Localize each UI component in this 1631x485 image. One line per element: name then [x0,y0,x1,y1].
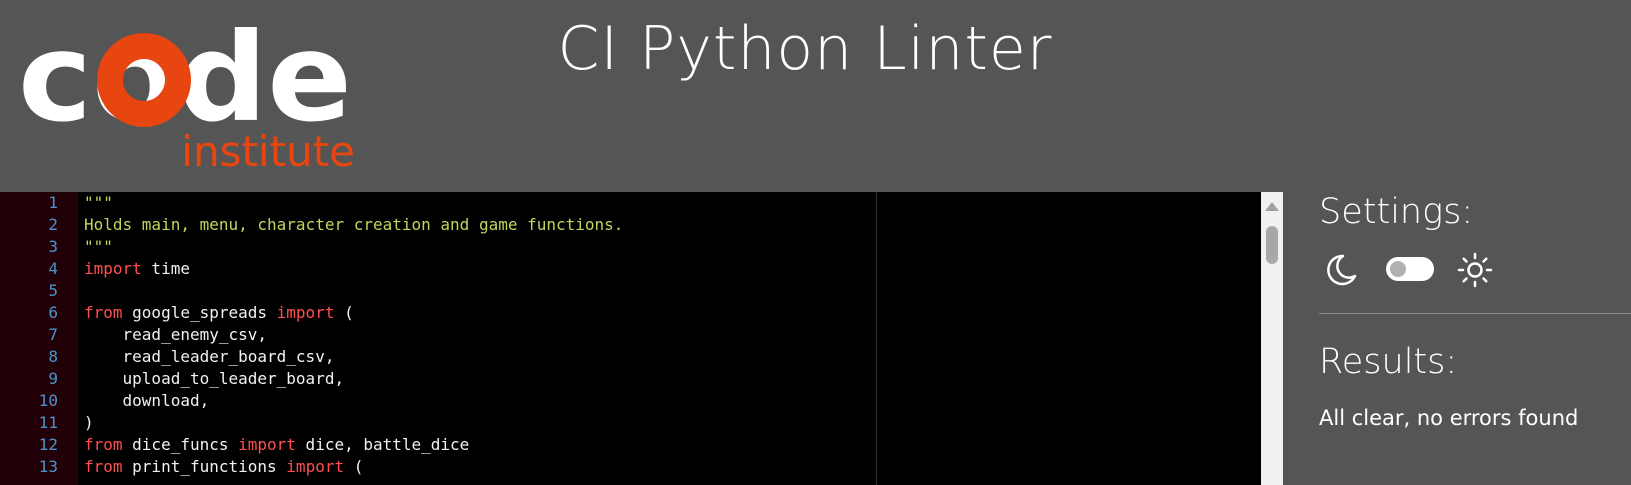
code-line[interactable]: 1 """ [0,192,1261,214]
line-number: 6 [48,303,58,322]
page-title: CI Python Linter [557,14,1053,84]
line-number: 8 [48,347,58,366]
line-number: 13 [38,457,58,476]
line-number: 7 [48,325,58,344]
line-code: from google_spreads import ( [84,302,354,324]
code-line[interactable]: 11) [0,412,1261,434]
code-token: upload_to_leader_board, [84,369,345,388]
code-token: dice, battle_dice [295,435,470,454]
theme-toggle[interactable] [1386,257,1434,281]
line-code: read_leader_board_csv, [84,346,335,368]
code-token: import [84,259,142,278]
settings-title: Settings: [1319,192,1474,232]
code-token: import [276,303,335,322]
line-number: 4 [48,259,58,278]
line-code: read_enemy_csv, [84,324,268,346]
line-number: 12 [38,435,58,454]
code-token: download, [84,391,210,410]
line-number: 11 [38,413,58,432]
code-line[interactable]: 12 from dice_funcs import dice, battle_di… [0,434,1261,456]
logo-subword: institute [181,127,355,172]
line-number: 3 [48,237,58,256]
code-token: Holds main, menu, character creation and… [84,215,624,234]
panel-divider [1319,313,1631,314]
code-token: ) [84,413,94,432]
line-code: from print_functions import ( [84,456,363,478]
code-token: ( [334,303,354,322]
code-line[interactable]: 10 download, [0,390,1261,412]
scroll-thumb[interactable] [1266,226,1278,264]
results-title: Results: [1319,342,1458,382]
code-token: read_enemy_csv, [84,325,268,344]
sun-icon [1457,252,1493,288]
code-token: dice_funcs [122,435,239,454]
code-token: from [84,457,123,476]
code-token: read_leader_board_csv, [84,347,335,366]
code-token: """ [84,193,113,212]
code-token: from [84,435,123,454]
code-line[interactable]: 13 from print_functions import ( [0,456,1261,478]
line-number: 2 [48,215,58,234]
code-line[interactable]: 4 import time [0,258,1261,280]
code-line[interactable]: 3 """ [0,236,1261,258]
line-code: """ [84,192,113,214]
moon-icon [1327,254,1357,286]
code-line[interactable]: 5 [0,280,1261,302]
line-number: 1 [48,193,58,212]
code-line[interactable]: 6 from google_spreads import ( [0,302,1261,324]
code-token: import [286,457,345,476]
code-line[interactable]: 2 Holds main, menu, character creation an… [0,214,1261,236]
results-message: All clear, no errors found [1319,406,1579,430]
line-code: Holds main, menu, character creation and… [84,214,623,236]
code-token: """ [84,237,113,256]
line-code: upload_to_leader_board, [84,368,345,390]
code-line[interactable]: 8 read_leader_board_csv, [0,346,1261,368]
code-editor[interactable]: 1 """ 2 Holds main, menu, character creatio… [0,192,1261,485]
toggle-knob [1390,261,1406,277]
code-token: from [84,303,123,322]
line-number: 9 [48,369,58,388]
scroll-up-arrow-icon[interactable] [1265,202,1279,211]
line-code: import time [84,258,190,280]
code-token: import [238,435,296,454]
header: code institute CI Python Linter [0,0,1631,192]
code-token: time [141,259,190,278]
code-line[interactable]: 7 read_enemy_csv, [0,324,1261,346]
line-code: """ [84,236,113,258]
line-code: ) [84,412,94,434]
line-number: 10 [38,391,58,410]
code-token: google_spreads [122,303,277,322]
editor-scrollbar[interactable] [1261,192,1283,485]
code-token: ( [344,457,364,476]
code-line[interactable]: 9 upload_to_leader_board, [0,368,1261,390]
line-code: download, [84,390,210,412]
side-panel: Settings: Results: All clear, no errors … [1283,192,1631,485]
line-code: from dice_funcs import dice, battle_dice [84,434,469,456]
code-token: print_functions [122,457,287,476]
line-number: 5 [48,281,58,300]
